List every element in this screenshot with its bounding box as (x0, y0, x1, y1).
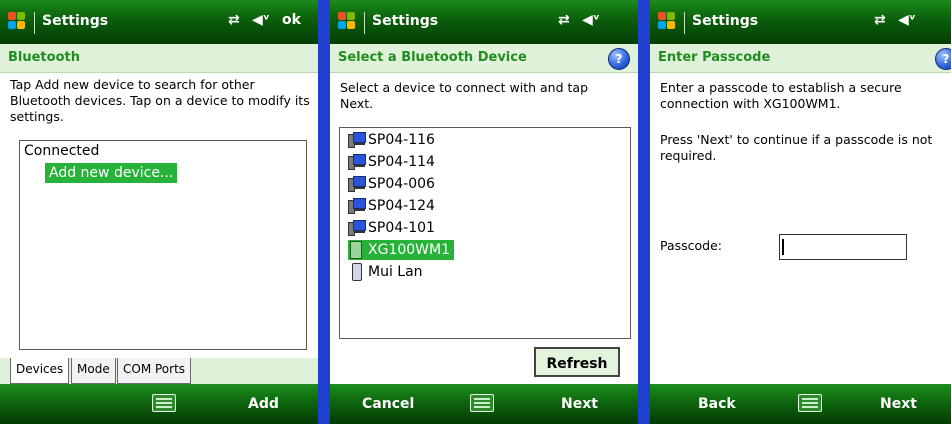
volume-icon[interactable]: ◀ᵛ (582, 12, 600, 28)
title-bar: Settings ⇄ ◀ᵛ (650, 0, 951, 44)
next-button[interactable]: Next (561, 396, 598, 412)
add-new-device-item[interactable]: Add new device... (45, 163, 178, 183)
instruction-text: Tap Add new device to search for other B… (10, 77, 310, 124)
list-item[interactable]: SP04-101 (348, 218, 439, 238)
title-bar: Settings ⇄ ◀ᵛ ok (0, 0, 318, 44)
computer-icon (348, 153, 366, 170)
passcode-label: Passcode: (660, 238, 723, 253)
connected-group-label: Connected (24, 143, 100, 159)
connectivity-icon[interactable]: ⇄ (558, 12, 570, 28)
screen-divider (638, 0, 650, 424)
page-header: Bluetooth (0, 44, 318, 73)
passcode-input[interactable] (779, 234, 907, 260)
window-title: Settings (372, 13, 439, 29)
page-header: Select a Bluetooth Device ? (330, 44, 638, 73)
softkey-bar: Add (0, 384, 318, 424)
device-list[interactable]: Connected Add new device... (19, 140, 307, 350)
list-item[interactable]: SP04-116 (348, 130, 439, 150)
list-item[interactable]: SP04-114 (348, 152, 439, 172)
list-item[interactable]: Mui Lan (348, 262, 427, 282)
keyboard-icon[interactable] (152, 394, 176, 412)
keyboard-icon[interactable] (470, 394, 494, 412)
tab-mode[interactable]: Mode (71, 358, 116, 384)
phone-icon (348, 263, 366, 281)
title-separator (364, 12, 365, 34)
softkey-bar: Cancel Next (330, 384, 638, 424)
title-separator (34, 12, 35, 34)
window-title: Settings (692, 13, 759, 29)
next-button[interactable]: Next (880, 396, 917, 412)
computer-icon (348, 219, 366, 236)
text-caret (782, 239, 784, 255)
device-list[interactable]: SP04-116 SP04-114 SP04-006 SP04-124 SP04… (339, 127, 631, 339)
page-header: Enter Passcode ? (650, 44, 951, 73)
page-title: Bluetooth (8, 50, 80, 65)
computer-icon (348, 131, 366, 148)
tab-bar: Devices Mode COM Ports (0, 358, 318, 384)
volume-icon[interactable]: ◀ᵛ (252, 12, 270, 28)
bluetooth-settings-screen: Settings ⇄ ◀ᵛ ok Bluetooth Tap Add new d… (0, 0, 318, 424)
select-device-screen: Settings ⇄ ◀ᵛ Select a Bluetooth Device … (330, 0, 638, 424)
windows-start-icon[interactable] (8, 12, 26, 30)
instruction-text: Enter a passcode to establish a secure c… (660, 80, 902, 111)
connectivity-icon[interactable]: ⇄ (228, 12, 240, 28)
tab-devices[interactable]: Devices (10, 358, 70, 384)
back-button[interactable]: Back (698, 396, 736, 412)
tab-com-ports[interactable]: COM Ports (117, 358, 192, 384)
volume-icon[interactable]: ◀ᵛ (898, 12, 916, 28)
pda-icon (348, 241, 366, 259)
page-title: Select a Bluetooth Device (338, 50, 527, 65)
windows-start-icon[interactable] (338, 12, 356, 30)
add-button[interactable]: Add (248, 396, 279, 412)
refresh-button[interactable]: Refresh (534, 347, 620, 377)
screen-divider (318, 0, 330, 424)
connectivity-icon[interactable]: ⇄ (874, 12, 886, 28)
help-icon[interactable]: ? (608, 48, 630, 70)
windows-start-icon[interactable] (658, 12, 676, 30)
page-title: Enter Passcode (658, 50, 771, 65)
title-separator (684, 12, 685, 34)
list-item[interactable]: SP04-006 (348, 174, 439, 194)
keyboard-icon[interactable] (798, 394, 822, 412)
computer-icon (348, 175, 366, 192)
enter-passcode-screen: Settings ⇄ ◀ᵛ Enter Passcode ? Enter a p… (650, 0, 951, 424)
softkey-bar: Back Next (650, 384, 951, 424)
list-item-selected[interactable]: XG100WM1 (348, 240, 454, 260)
list-item[interactable]: SP04-124 (348, 196, 439, 216)
instruction-text-2: Press 'Next' to continue if a passcode i… (660, 132, 933, 163)
window-title: Settings (42, 13, 109, 29)
help-icon[interactable]: ? (935, 48, 951, 70)
cancel-button[interactable]: Cancel (362, 396, 414, 412)
title-bar: Settings ⇄ ◀ᵛ (330, 0, 638, 44)
instruction-text: Select a device to connect with and tap … (340, 80, 589, 111)
computer-icon (348, 197, 366, 214)
ok-button[interactable]: ok (282, 12, 301, 28)
